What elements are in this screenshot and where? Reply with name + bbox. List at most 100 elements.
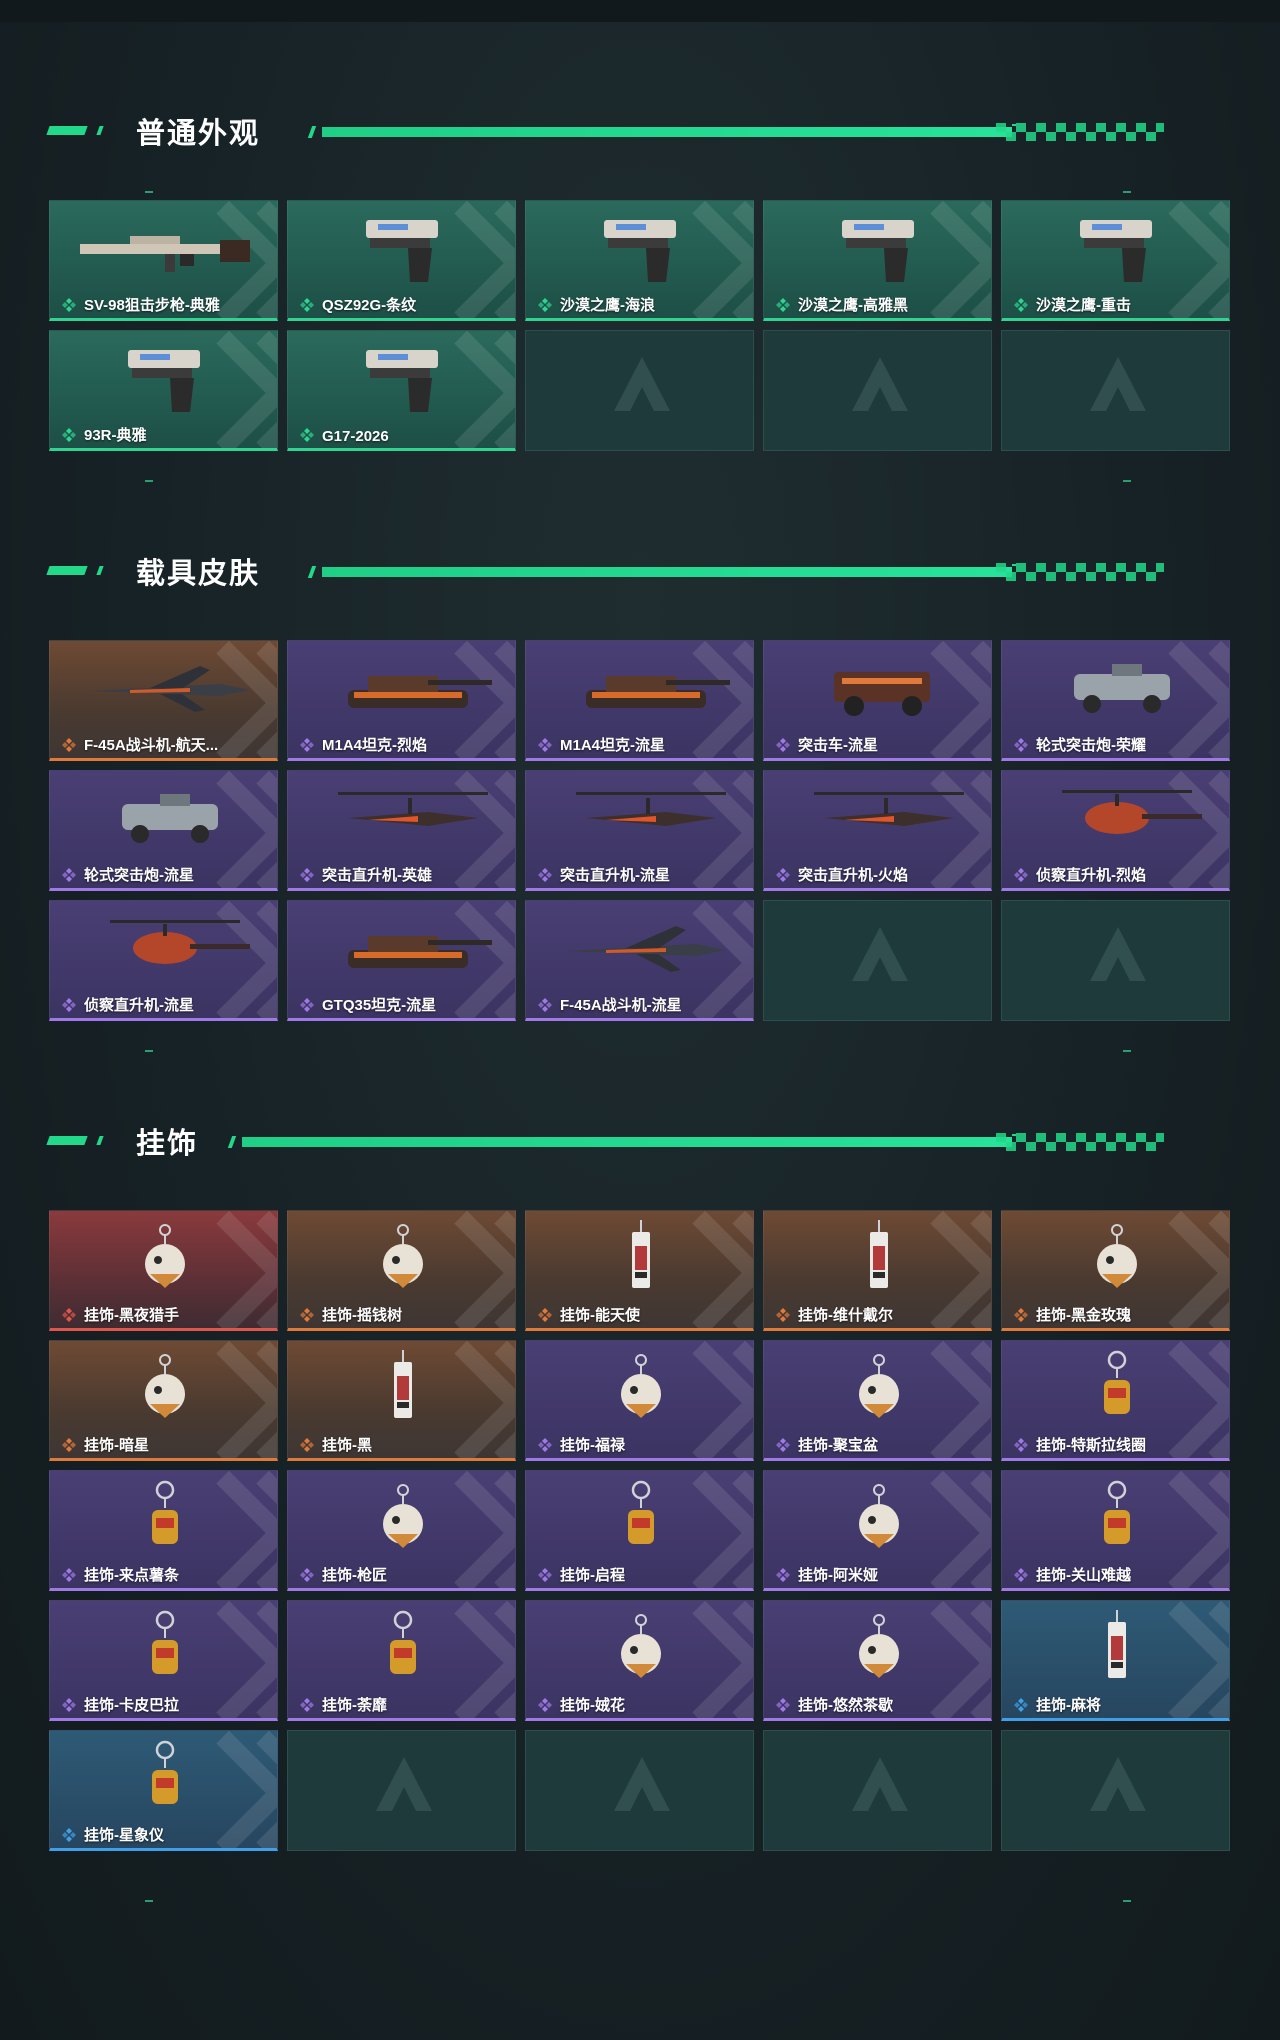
quality-diamond-icon <box>776 1438 790 1452</box>
item-card[interactable]: G17-2026 <box>287 330 516 451</box>
empty-slot <box>1001 1730 1230 1851</box>
item-card[interactable]: 侦察直升机-烈焰 <box>1001 770 1230 891</box>
section-header: 普通外观 <box>46 106 1200 150</box>
item-label: 挂饰-黑夜猎手 <box>84 1307 179 1324</box>
quality-diamond-icon <box>776 738 790 752</box>
pistol-icon <box>366 350 438 412</box>
item-card[interactable]: 93R-典雅 <box>49 330 278 451</box>
item-label: 挂饰-悠然茶歇 <box>798 1697 893 1714</box>
item-card[interactable]: 突击直升机-英雄 <box>287 770 516 891</box>
charm-icon <box>621 1614 661 1678</box>
item-card[interactable]: 挂饰-关山难越 <box>1001 1470 1230 1591</box>
item-card[interactable]: 沙漠之鹰-海浪 <box>525 200 754 321</box>
item-card[interactable]: 挂饰-福禄 <box>525 1340 754 1461</box>
item-label: 侦察直升机-流星 <box>84 997 194 1014</box>
quality-diamond-icon <box>776 1698 790 1712</box>
charm-icon <box>383 1224 423 1288</box>
charm-icon <box>859 1484 899 1548</box>
item-label: 挂饰-黑金玫瑰 <box>1036 1307 1131 1324</box>
quality-diamond-icon <box>62 1828 76 1842</box>
item-card[interactable]: QSZ92G-条纹 <box>287 200 516 321</box>
item-card[interactable]: 轮式突击炮-流星 <box>49 770 278 891</box>
charm-icon <box>859 1614 899 1678</box>
item-card[interactable]: 挂饰-娀花 <box>525 1600 754 1721</box>
quality-diamond-icon <box>776 868 790 882</box>
item-label: 挂饰-能天使 <box>560 1307 640 1324</box>
item-label: SV-98狙击步枪-典雅 <box>84 297 220 314</box>
item-card[interactable]: GTQ35坦克-流星 <box>287 900 516 1021</box>
quality-diamond-icon <box>538 868 552 882</box>
empty-slot <box>1001 900 1230 1021</box>
quality-diamond-icon <box>62 998 76 1012</box>
quality-diamond-icon <box>1014 1698 1028 1712</box>
item-card[interactable]: F-45A战斗机-航天... <box>49 640 278 761</box>
item-card[interactable]: 挂饰-卡皮巴拉 <box>49 1600 278 1721</box>
quality-diamond-icon <box>300 428 314 442</box>
charm-ring-icon <box>1104 1480 1130 1544</box>
tank-icon <box>348 936 492 968</box>
item-card[interactable]: 挂饰-星象仪 <box>49 1730 278 1851</box>
item-card[interactable]: 挂饰-黑夜猎手 <box>49 1210 278 1331</box>
item-card[interactable]: 突击车-流星 <box>763 640 992 761</box>
item-label: F-45A战斗机-航天... <box>84 737 219 754</box>
charm-icon <box>859 1354 899 1418</box>
item-card[interactable]: 挂饰-摇钱树 <box>287 1210 516 1331</box>
empty-slot <box>763 330 992 451</box>
item-card[interactable]: M1A4坦克-烈焰 <box>287 640 516 761</box>
item-card[interactable]: SV-98狙击步枪-典雅 <box>49 200 278 321</box>
pistol-icon <box>366 220 438 282</box>
item-card[interactable]: 挂饰-聚宝盆 <box>763 1340 992 1461</box>
quality-diamond-icon <box>62 738 76 752</box>
empty-slot <box>763 1730 992 1851</box>
placeholder-logo-icon <box>1090 927 1146 981</box>
item-card[interactable]: 挂饰-启程 <box>525 1470 754 1591</box>
item-card[interactable]: 沙漠之鹰-重击 <box>1001 200 1230 321</box>
item-card[interactable]: M1A4坦克-流星 <box>525 640 754 761</box>
charm-tag-icon <box>1108 1610 1126 1678</box>
item-card[interactable]: 挂饰-暗星 <box>49 1340 278 1461</box>
item-label: 轮式突击炮-流星 <box>84 867 194 884</box>
item-label: M1A4坦克-流星 <box>560 737 666 754</box>
empty-slot <box>763 900 992 1021</box>
section-title: 普通外观 <box>136 118 261 150</box>
item-card[interactable]: 挂饰-维什戴尔 <box>763 1210 992 1331</box>
item-label: 挂饰-荼靡 <box>322 1697 387 1714</box>
quality-diamond-icon <box>62 1568 76 1582</box>
section-title: 载具皮肤 <box>136 558 261 590</box>
item-label: 沙漠之鹰-重击 <box>1036 297 1131 314</box>
item-card[interactable]: 挂饰-枪匠 <box>287 1470 516 1591</box>
charm-tag-icon <box>394 1350 412 1418</box>
item-card[interactable]: 挂饰-荼靡 <box>287 1600 516 1721</box>
item-label: 轮式突击炮-荣耀 <box>1036 737 1146 754</box>
item-card[interactable]: F-45A战斗机-流星 <box>525 900 754 1021</box>
item-card[interactable]: 挂饰-特斯拉线圈 <box>1001 1340 1230 1461</box>
item-label: GTQ35坦克-流星 <box>322 997 437 1014</box>
item-card[interactable]: 沙漠之鹰-高雅黑 <box>763 200 992 321</box>
attack-helicopter-icon <box>814 792 964 826</box>
charm-ring-icon <box>152 1610 178 1674</box>
item-card[interactable]: 挂饰-黑金玫瑰 <box>1001 1210 1230 1331</box>
item-card[interactable]: 挂饰-悠然茶歇 <box>763 1600 992 1721</box>
item-card[interactable]: 挂饰-能天使 <box>525 1210 754 1331</box>
attack-helicopter-icon <box>576 792 726 826</box>
item-card[interactable]: 挂饰-来点薯条 <box>49 1470 278 1591</box>
charm-tag-icon <box>870 1220 888 1288</box>
pistol-icon <box>604 220 676 282</box>
quality-diamond-icon <box>776 298 790 312</box>
quality-diamond-icon <box>1014 738 1028 752</box>
item-label: 突击直升机-火焰 <box>798 867 908 884</box>
item-label: 挂饰-暗星 <box>84 1437 149 1454</box>
item-card[interactable]: 挂饰-麻将 <box>1001 1600 1230 1721</box>
item-card[interactable]: 挂饰-黑 <box>287 1340 516 1461</box>
quality-diamond-icon <box>62 1308 76 1322</box>
item-card[interactable]: 突击直升机-流星 <box>525 770 754 891</box>
item-card[interactable]: 突击直升机-火焰 <box>763 770 992 891</box>
item-label: 沙漠之鹰-高雅黑 <box>798 297 908 314</box>
item-card[interactable]: 轮式突击炮-荣耀 <box>1001 640 1230 761</box>
quality-diamond-icon <box>1014 1568 1028 1582</box>
item-label: 突击直升机-英雄 <box>322 867 432 884</box>
quality-diamond-icon <box>538 1698 552 1712</box>
charm-icon <box>145 1224 185 1288</box>
item-card[interactable]: 挂饰-阿米娅 <box>763 1470 992 1591</box>
item-card[interactable]: 侦察直升机-流星 <box>49 900 278 1021</box>
